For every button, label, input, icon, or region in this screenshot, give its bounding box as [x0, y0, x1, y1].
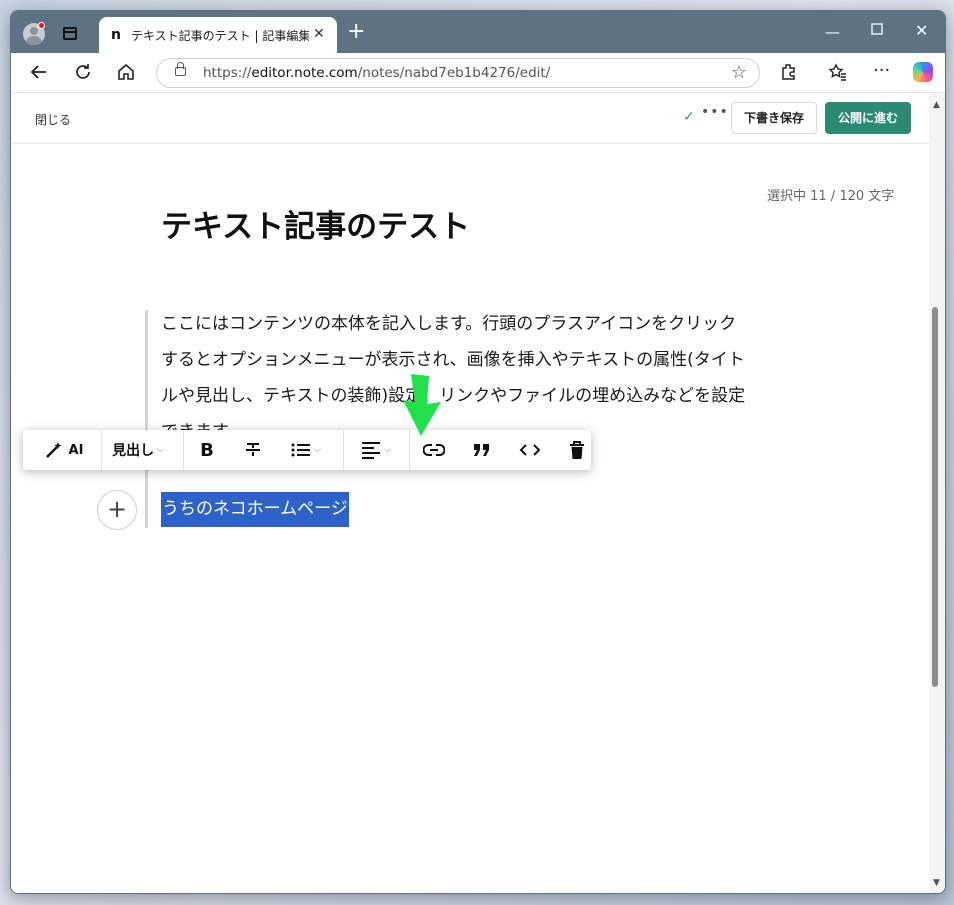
ai-wand-icon: [45, 442, 62, 458]
notification-dot: [38, 22, 45, 29]
strikethrough-icon[interactable]: [231, 430, 275, 470]
back-icon[interactable]: [29, 62, 49, 87]
refresh-icon[interactable]: [73, 62, 93, 87]
save-draft-button[interactable]: 下書き保存: [731, 102, 817, 134]
format-toolbar: AI 見出し ⌵ B ⌵ ⌵: [23, 430, 591, 470]
scroll-down-icon[interactable]: ▼: [933, 878, 940, 888]
body-line: するとオプションメニューが表示され、画像を挿入やテキストの属性(タイト: [161, 350, 745, 370]
more-options-icon[interactable]: •••: [701, 104, 729, 120]
chevron-down-icon: ⌵: [384, 445, 391, 455]
editor-header: 閉じる ✓ ••• 下書き保存 公開に進む: [11, 94, 929, 144]
chevron-down-icon: ⌵: [314, 445, 321, 455]
minimize-icon[interactable]: —: [825, 23, 840, 41]
editor-page: 閉じる ✓ ••• 下書き保存 公開に進む 選択中 11 / 120 文字 テキ…: [11, 94, 929, 893]
tab-title: テキスト記事のテスト | 記事編集 | note: [131, 29, 309, 43]
body-line: ルや見出し、テキストの装飾)設定、リンクやファイルの埋め込みなどを設定: [161, 386, 746, 406]
url-text: https://editor.note.com/notes/nabd7eb1b4…: [203, 65, 551, 81]
saved-check-icon: ✓: [683, 109, 695, 125]
list-icon[interactable]: ⌵: [279, 430, 333, 470]
close-link[interactable]: 閉じる: [35, 111, 71, 128]
chevron-down-icon: ⌵: [157, 445, 164, 455]
copilot-icon[interactable]: [913, 62, 933, 82]
heading-dropdown[interactable]: 見出し ⌵: [103, 430, 173, 470]
heading-label: 見出し: [112, 443, 155, 459]
ai-label: AI: [68, 442, 84, 458]
scroll-up-icon[interactable]: ▲: [933, 100, 940, 110]
browser-toolbar: https://editor.note.com/notes/nabd7eb1b4…: [11, 53, 945, 93]
maximize-icon[interactable]: [871, 21, 883, 39]
trash-icon[interactable]: [555, 430, 599, 470]
tab-strip: n テキスト記事のテスト | 記事編集 | note ✕ + — ✕: [11, 11, 945, 53]
active-tab[interactable]: n テキスト記事のテスト | 記事編集 | note ✕: [99, 17, 337, 53]
note-favicon-icon: n: [111, 27, 121, 43]
add-block-button[interactable]: +: [97, 490, 137, 530]
body-line: ここにはコンテンツの本体を記入します。行頭のプラスアイコンをクリック: [161, 314, 737, 334]
selection-counter: 選択中 11 / 120 文字: [767, 189, 895, 204]
tab-actions-icon[interactable]: [63, 27, 77, 40]
block-indicator: [145, 310, 148, 528]
annotation-arrow-icon: [403, 374, 441, 436]
favorites-icon[interactable]: [828, 62, 848, 87]
code-icon[interactable]: [507, 430, 553, 470]
quote-icon[interactable]: [459, 430, 505, 470]
selected-text[interactable]: うちのネコホームページ: [161, 492, 349, 527]
bold-icon[interactable]: B: [185, 430, 229, 470]
favorite-star-icon[interactable]: ☆: [731, 62, 747, 83]
close-window-icon[interactable]: ✕: [915, 21, 928, 40]
publish-button[interactable]: 公開に進む: [825, 102, 911, 134]
lock-icon[interactable]: [175, 62, 186, 76]
browser-window: n テキスト記事のテスト | 記事編集 | note ✕ + — ✕ https…: [10, 10, 946, 894]
more-icon[interactable]: ···: [873, 61, 890, 81]
tab-close-icon[interactable]: ✕: [313, 26, 325, 42]
address-bar[interactable]: https://editor.note.com/notes/nabd7eb1b4…: [156, 58, 760, 88]
ai-assist-button[interactable]: AI: [35, 430, 93, 470]
scroll-thumb[interactable]: [932, 307, 938, 687]
new-tab-button[interactable]: +: [347, 21, 365, 43]
article-title[interactable]: テキスト記事のテスト: [161, 201, 470, 246]
home-icon[interactable]: [116, 62, 136, 87]
article-body[interactable]: ここにはコンテンツの本体を記入します。行頭のプラスアイコンをクリック するとオプ…: [161, 306, 791, 450]
extensions-icon[interactable]: [779, 62, 799, 87]
